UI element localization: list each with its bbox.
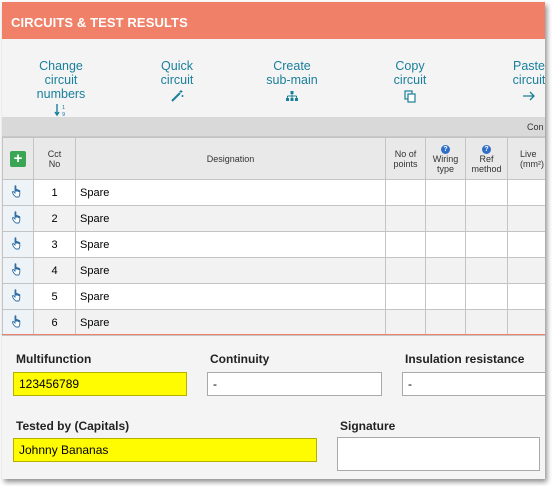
ref-method-cell[interactable] <box>465 309 508 336</box>
live-cell[interactable] <box>507 283 545 310</box>
pointer-hand-icon <box>11 263 21 276</box>
circuit-number-cell: 2 <box>33 205 76 232</box>
designation-cell[interactable]: Spare <box>75 283 386 310</box>
live-cell[interactable] <box>507 231 545 258</box>
circuits-panel: CIRCUITS & TEST RESULTS Change circuit n… <box>2 2 545 479</box>
select-row-handle[interactable] <box>2 205 34 232</box>
tested-by-label: Tested by (Capitals) <box>16 419 130 433</box>
col-header-points: No of points <box>385 137 426 180</box>
select-row-handle[interactable] <box>2 179 34 206</box>
designation-cell[interactable]: Spare <box>75 205 386 232</box>
continuity-label: Continuity <box>210 352 270 366</box>
live-cell[interactable] <box>507 257 545 284</box>
circuit-number-cell: 4 <box>33 257 76 284</box>
points-cell[interactable] <box>385 309 426 336</box>
wiring-type-cell[interactable] <box>425 231 466 258</box>
insulation-resistance-label: Insulation resistance <box>405 352 525 366</box>
designation-cell[interactable]: Spare <box>75 309 386 336</box>
designation-cell[interactable]: Spare <box>75 179 386 206</box>
ref-method-cell[interactable] <box>465 283 508 310</box>
select-row-handle[interactable] <box>2 231 34 258</box>
panel-title: CIRCUITS & TEST RESULTS <box>2 2 545 39</box>
sitemap-icon <box>286 91 298 101</box>
points-cell[interactable] <box>385 257 426 284</box>
ref-method-cell[interactable] <box>465 231 508 258</box>
wiring-type-cell[interactable] <box>425 205 466 232</box>
multifunction-input[interactable] <box>13 372 187 396</box>
select-row-handle[interactable] <box>2 257 34 284</box>
circuit-table: + Cct No Designation No of points ? Wiri… <box>2 137 545 336</box>
table-row[interactable]: 5 Spare <box>2 283 545 310</box>
tested-by-input[interactable] <box>13 438 317 462</box>
col-header-designation: Designation <box>75 137 386 180</box>
col-header-ref-method: ? Ref method <box>465 137 508 180</box>
help-icon[interactable]: ? <box>441 145 450 154</box>
wiring-type-cell[interactable] <box>425 283 466 310</box>
circuit-number-cell: 5 <box>33 283 76 310</box>
live-cell[interactable] <box>507 309 545 336</box>
select-row-handle[interactable] <box>2 283 34 310</box>
add-circuit-button[interactable]: + <box>10 150 26 167</box>
table-header-row: + Cct No Designation No of points ? Wiri… <box>2 137 545 180</box>
svg-text:1: 1 <box>62 105 65 111</box>
table-row[interactable]: 2 Spare <box>2 205 545 232</box>
pointer-hand-icon <box>11 211 21 224</box>
change-circuit-numbers-button[interactable]: Change circuit numbers 1 9 <box>22 59 100 117</box>
quick-circuit-button[interactable]: Quick circuit <box>152 59 202 103</box>
paste-circuit-button[interactable]: Paste circuit <box>507 59 545 103</box>
designation-cell[interactable]: Spare <box>75 257 386 284</box>
circuit-grid: Con + Cct No Designation No of points ? … <box>2 117 545 336</box>
ref-method-cell[interactable] <box>465 179 508 206</box>
table-row[interactable]: 3 Spare <box>2 231 545 258</box>
multifunction-label: Multifunction <box>16 352 92 366</box>
wiring-type-cell[interactable] <box>425 309 466 336</box>
insulation-resistance-input[interactable] <box>402 372 545 396</box>
points-cell[interactable] <box>385 205 426 232</box>
ref-method-cell[interactable] <box>465 257 508 284</box>
table-row[interactable]: 4 Spare <box>2 257 545 284</box>
create-sub-main-button[interactable]: Create sub-main <box>260 59 324 103</box>
signature-box[interactable] <box>337 437 540 471</box>
help-icon[interactable]: ? <box>482 145 491 154</box>
live-cell[interactable] <box>507 179 545 206</box>
pointer-hand-icon <box>11 289 21 302</box>
group-label: Con <box>527 122 544 132</box>
live-cell[interactable] <box>507 205 545 232</box>
sort-numeric-icon: 1 9 <box>54 104 65 117</box>
points-cell[interactable] <box>385 283 426 310</box>
copy-circuit-button[interactable]: Copy circuit <box>390 59 430 103</box>
circuit-number-cell: 1 <box>33 179 76 206</box>
section-divider <box>2 334 545 335</box>
magic-wand-icon <box>171 90 184 102</box>
signature-label: Signature <box>340 419 396 433</box>
col-header-wiring-type: ? Wiring type <box>425 137 466 180</box>
copy-icon <box>404 90 416 103</box>
wiring-type-cell[interactable] <box>425 257 466 284</box>
arrow-right-icon <box>523 91 535 101</box>
circuit-number-cell: 3 <box>33 231 76 258</box>
points-cell[interactable] <box>385 231 426 258</box>
select-row-handle[interactable] <box>2 309 34 336</box>
ref-method-cell[interactable] <box>465 205 508 232</box>
table-row[interactable]: 1 Spare <box>2 179 545 206</box>
pointer-hand-icon <box>11 315 21 328</box>
circuit-toolbar: Change circuit numbers 1 9 Quick circuit… <box>2 39 545 117</box>
col-header-cct-no: Cct No <box>33 137 76 180</box>
col-header-live: Live (mm²) <box>507 137 545 180</box>
wiring-type-cell[interactable] <box>425 179 466 206</box>
points-cell[interactable] <box>385 179 426 206</box>
table-row[interactable]: 6 Spare <box>2 309 545 336</box>
pointer-hand-icon <box>11 185 21 198</box>
designation-cell[interactable]: Spare <box>75 231 386 258</box>
continuity-input[interactable] <box>207 372 382 396</box>
column-group-bar: Con <box>2 117 545 137</box>
add-circuit-header: + <box>2 137 34 180</box>
pointer-hand-icon <box>11 237 21 250</box>
circuit-number-cell: 6 <box>33 309 76 336</box>
